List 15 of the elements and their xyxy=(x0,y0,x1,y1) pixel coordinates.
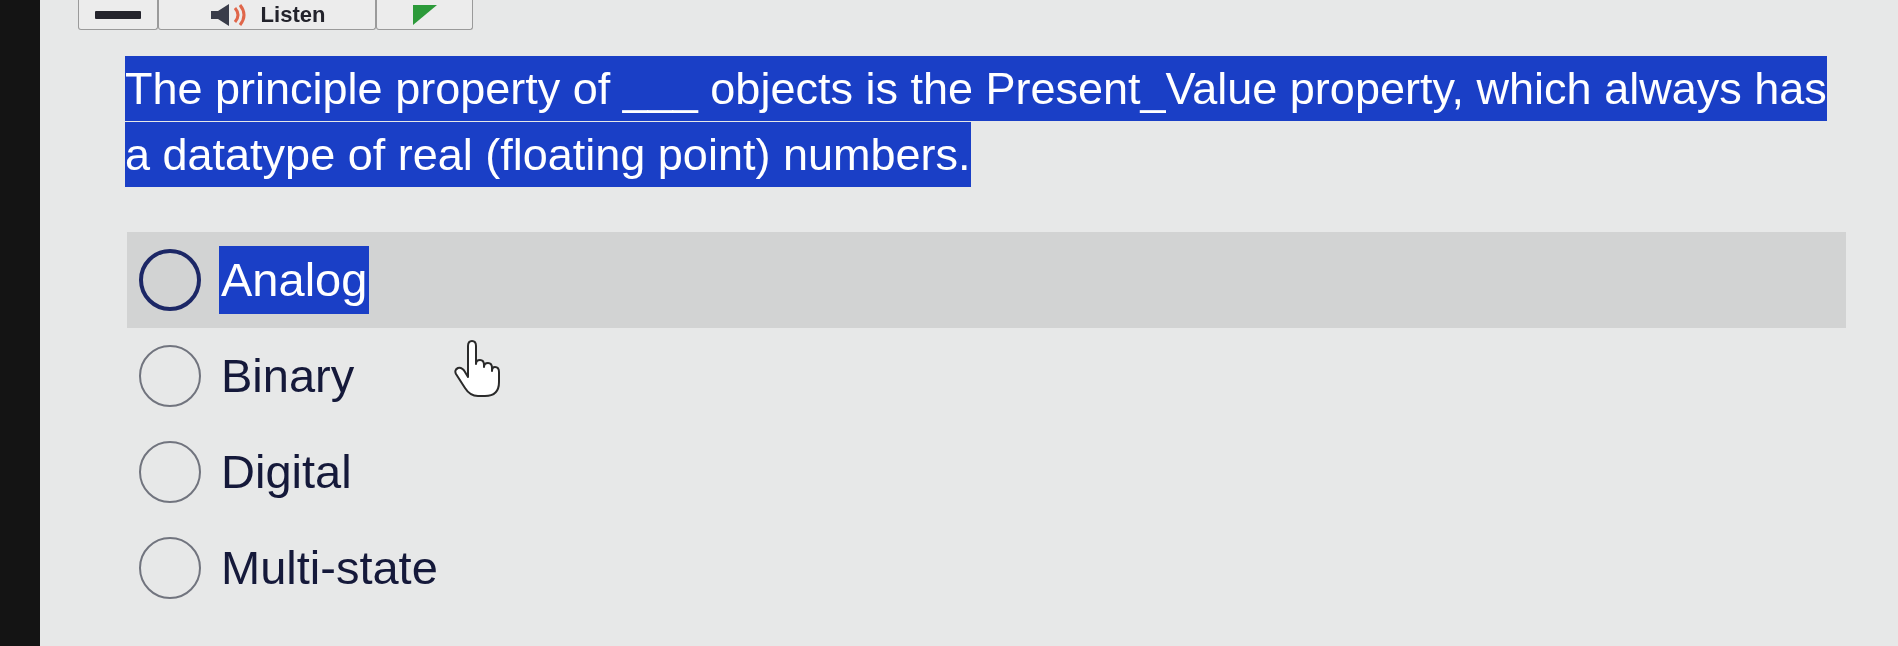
option-row[interactable]: Analog xyxy=(127,232,1846,328)
radio-button[interactable] xyxy=(139,345,201,407)
listen-button[interactable]: Listen xyxy=(158,0,376,30)
play-icon xyxy=(412,4,437,25)
play-button[interactable] xyxy=(376,0,473,30)
toolbar-button[interactable] xyxy=(78,0,158,30)
radio-button[interactable] xyxy=(139,537,201,599)
dash-icon xyxy=(95,10,141,19)
radio-button[interactable] xyxy=(139,249,201,311)
radio-button[interactable] xyxy=(139,441,201,503)
hand-cursor-icon xyxy=(454,340,500,398)
option-label[interactable]: Multi-state xyxy=(219,534,440,602)
option-label[interactable]: Binary xyxy=(219,342,357,410)
option-label[interactable]: Analog xyxy=(219,246,370,314)
option-label[interactable]: Digital xyxy=(219,438,354,506)
